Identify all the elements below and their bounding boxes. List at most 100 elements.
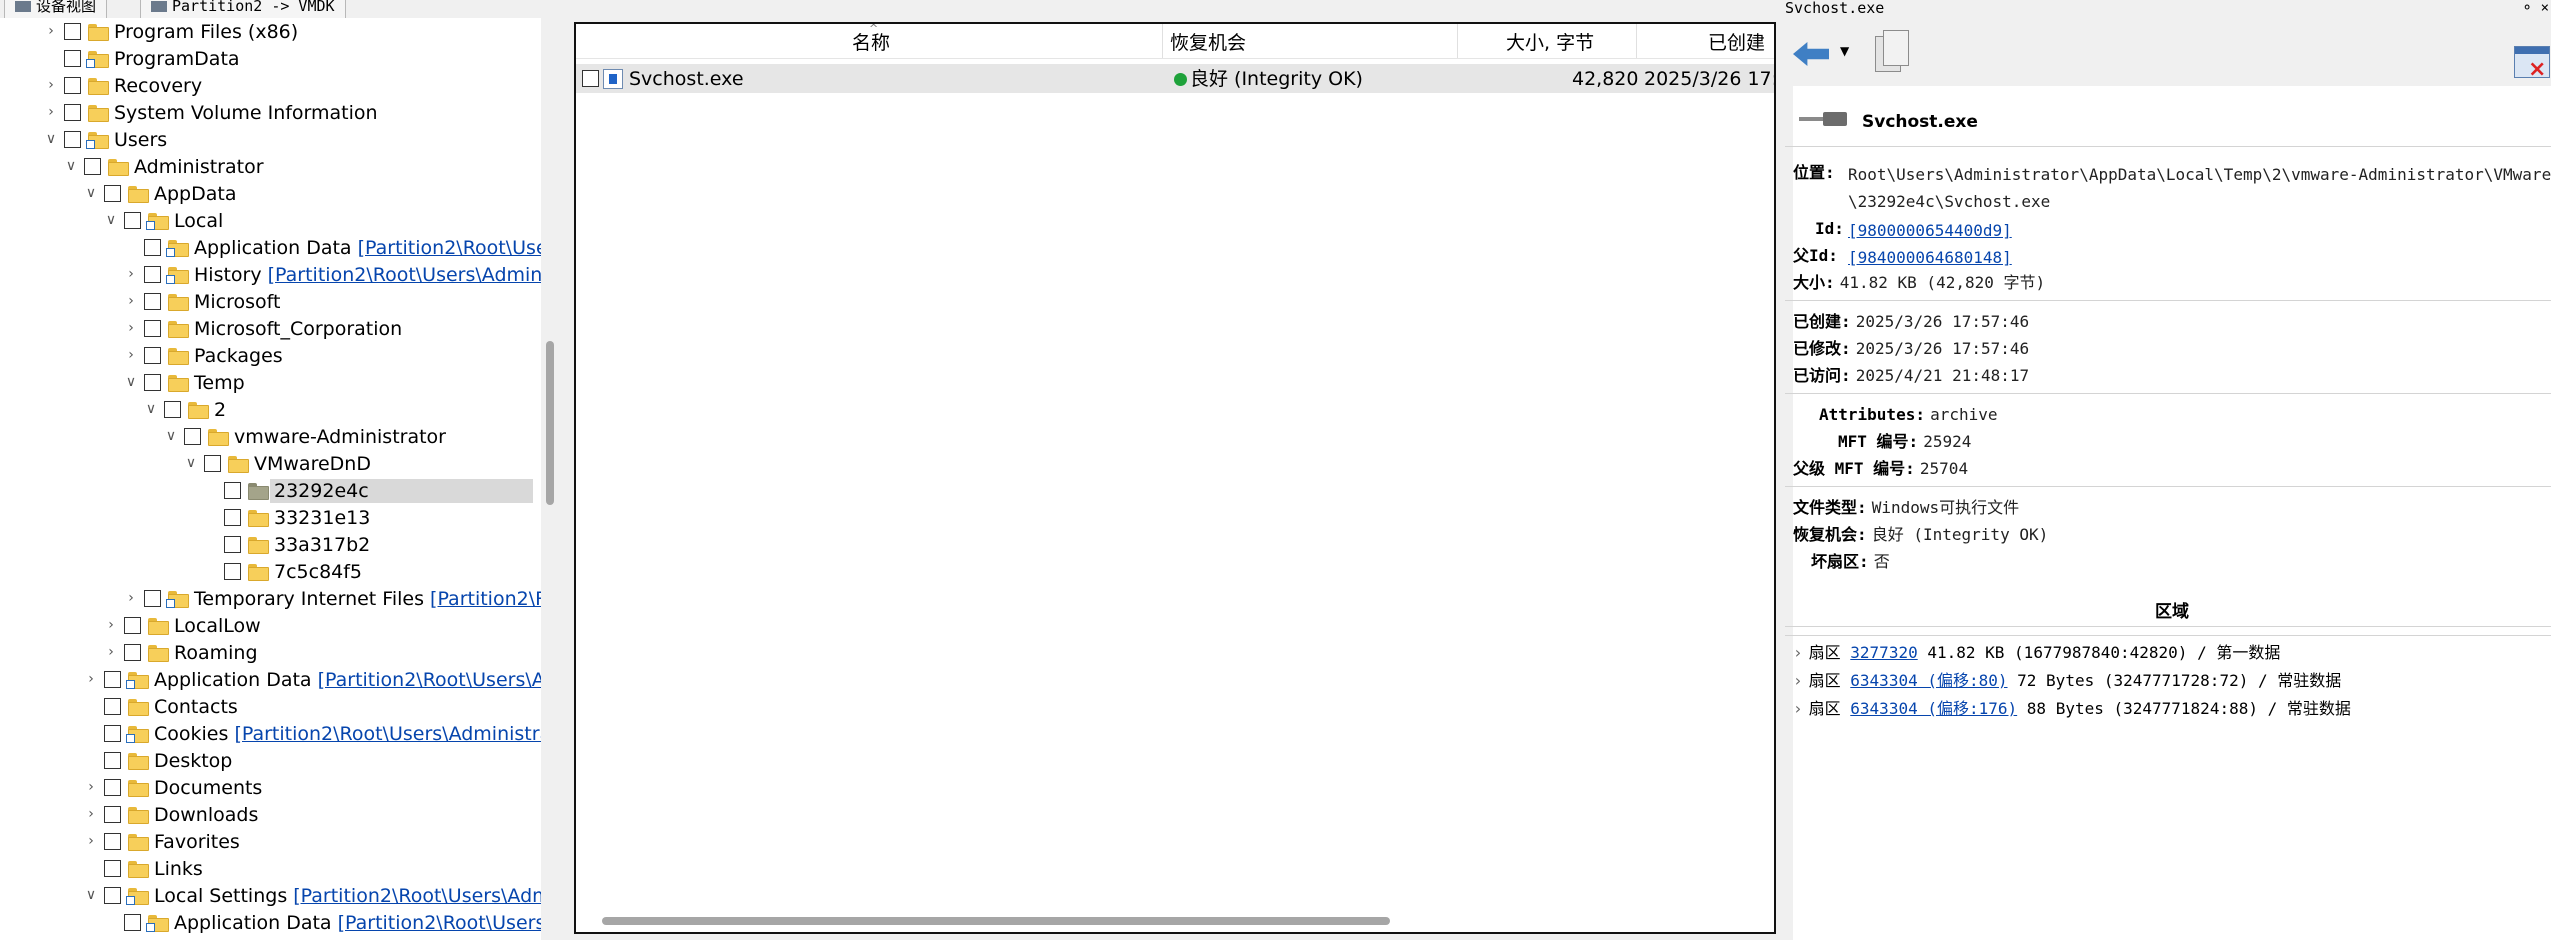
tree-item-link[interactable]: [Partition2\Root\Users\Adr: [318, 669, 541, 691]
tree-item-label[interactable]: Application Data [Partition2\Root\Users\…: [154, 668, 541, 692]
tree-checkbox[interactable]: [64, 23, 81, 40]
tree-item[interactable]: › Favorites: [0, 828, 541, 855]
area-sector-link[interactable]: 6343304 (偏移:80): [1850, 671, 2007, 690]
tree-item[interactable]: › LocalLow: [0, 612, 541, 639]
tree-checkbox[interactable]: [104, 833, 121, 850]
column-recovery[interactable]: 恢复机会: [1170, 24, 1246, 58]
id-link[interactable]: [9800000654400d9]: [1848, 221, 2012, 240]
area-sector-link[interactable]: 3277320: [1850, 643, 1917, 662]
tree-item[interactable]: Contacts: [0, 693, 541, 720]
tree-item-label[interactable]: Temp: [194, 371, 245, 395]
chevron-right-icon[interactable]: ›: [1793, 643, 1803, 662]
chevron-down-icon[interactable]: ∨: [64, 157, 78, 175]
tree-checkbox[interactable]: [164, 401, 181, 418]
tree-item-label[interactable]: VMwareDnD: [254, 452, 371, 476]
tree-checkbox[interactable]: [224, 563, 241, 580]
tree-item-label[interactable]: Favorites: [154, 830, 240, 854]
tree-scrollbar[interactable]: [541, 18, 559, 940]
tree-checkbox[interactable]: [144, 320, 161, 337]
tab-device-view[interactable]: 设备视图: [4, 0, 108, 18]
chevron-down-icon[interactable]: ∨: [84, 886, 98, 904]
tree-checkbox[interactable]: [104, 887, 121, 904]
tree-item-label[interactable]: History [Partition2\Root\Users\Administ: [194, 263, 541, 287]
tree-item-label[interactable]: Microsoft: [194, 290, 280, 314]
tree-checkbox[interactable]: [224, 509, 241, 526]
tree-item[interactable]: › Temporary Internet Files [Partition2\Ro…: [0, 585, 541, 612]
tree-item[interactable]: Application Data [Partition2\Root\Users\…: [0, 909, 541, 936]
tree-item[interactable]: › Microsoft_Corporation: [0, 315, 541, 342]
chevron-right-icon[interactable]: ›: [84, 670, 98, 688]
tree-item-label[interactable]: 23292e4c: [270, 479, 533, 503]
tree-item-label[interactable]: Users: [114, 128, 167, 152]
column-name[interactable]: 名称: [852, 24, 890, 58]
chevron-right-icon[interactable]: ›: [44, 103, 58, 121]
tree-item[interactable]: › System Volume Information: [0, 99, 541, 126]
tree-item-link[interactable]: [Partition2\Root\Users\A: [338, 912, 541, 934]
file-list[interactable]: ^ 名称 恢复机会 大小, 字节 已创建 Svchost.exe 良好 (Int…: [574, 22, 1776, 934]
tab-partition-vmdk[interactable]: Partition2 -> VMDK: [140, 0, 346, 18]
tree-item-label[interactable]: System Volume Information: [114, 101, 378, 125]
tree-item[interactable]: › Packages: [0, 342, 541, 369]
tree-item[interactable]: › Application Data [Partition2\Root\Users…: [0, 666, 541, 693]
tree-item[interactable]: ∨ Local: [0, 207, 541, 234]
tree-item-link[interactable]: [Partition2\Root\Users\Administ: [268, 264, 541, 286]
tree-checkbox[interactable]: [84, 158, 101, 175]
tree-item-label[interactable]: 7c5c84f5: [274, 560, 362, 584]
area-sector-link[interactable]: 6343304 (偏移:176): [1850, 699, 2017, 718]
tree-item[interactable]: ∨ vmware-Administrator: [0, 423, 541, 450]
column-divider[interactable]: [1162, 24, 1163, 58]
tree-item-label[interactable]: Program Files (x86): [114, 20, 298, 44]
chevron-right-icon[interactable]: ›: [84, 778, 98, 796]
tree-checkbox[interactable]: [104, 185, 121, 202]
tree-checkbox[interactable]: [124, 644, 141, 661]
tree-checkbox[interactable]: [104, 752, 121, 769]
tree-checkbox[interactable]: [104, 860, 121, 877]
tree-item-label[interactable]: Documents: [154, 776, 262, 800]
tree-item[interactable]: ∨ Users: [0, 126, 541, 153]
tree-item-label[interactable]: Application Data [Partition2\Root\Users: [194, 236, 541, 260]
tree-checkbox[interactable]: [64, 104, 81, 121]
tree-item[interactable]: Cookies [Partition2\Root\Users\Administr…: [0, 720, 541, 747]
list-scroll-thumb[interactable]: [602, 917, 1390, 925]
parent-id-link[interactable]: [984000064680148]: [1848, 248, 2012, 267]
tree-checkbox[interactable]: [144, 293, 161, 310]
tree-item[interactable]: ∨ AppData: [0, 180, 541, 207]
tree-item[interactable]: › Documents: [0, 774, 541, 801]
column-created[interactable]: 已创建: [1708, 24, 1765, 58]
back-button[interactable]: [1791, 30, 1831, 76]
tree-checkbox[interactable]: [64, 50, 81, 67]
tree-item-label[interactable]: Administrator: [134, 155, 264, 179]
tree-checkbox[interactable]: [184, 428, 201, 445]
chevron-right-icon[interactable]: ›: [84, 805, 98, 823]
tree-checkbox[interactable]: [124, 617, 141, 634]
chevron-right-icon[interactable]: ›: [1793, 699, 1803, 718]
chevron-right-icon[interactable]: ›: [104, 616, 118, 634]
column-size[interactable]: 大小, 字节: [1506, 24, 1594, 58]
tree-item[interactable]: 23292e4c: [0, 477, 541, 504]
tree-item[interactable]: 33231e13: [0, 504, 541, 531]
tree-item[interactable]: › History [Partition2\Root\Users\Administ: [0, 261, 541, 288]
copy-icon[interactable]: [1875, 30, 1909, 72]
tree-item-label[interactable]: LocalLow: [174, 614, 261, 638]
back-dropdown-icon[interactable]: ▼: [1840, 44, 1849, 58]
chevron-right-icon[interactable]: ›: [44, 22, 58, 40]
chevron-right-icon[interactable]: ›: [1793, 671, 1803, 690]
tree-checkbox[interactable]: [144, 239, 161, 256]
chevron-down-icon[interactable]: ∨: [84, 184, 98, 202]
tree-item[interactable]: › Roaming: [0, 639, 541, 666]
tree-item[interactable]: › Downloads: [0, 801, 541, 828]
chevron-right-icon[interactable]: ›: [44, 76, 58, 94]
tree-item-label[interactable]: 33a317b2: [274, 533, 370, 557]
close-icon[interactable]: ×: [2541, 0, 2549, 16]
pin-icon[interactable]: ⚬: [2521, 0, 2533, 16]
column-divider[interactable]: [1636, 24, 1637, 58]
area-row[interactable]: › 扇区 6343304 (偏移:80) 72 Bytes (3247771728…: [1793, 670, 2341, 692]
tree-item[interactable]: › Microsoft: [0, 288, 541, 315]
tree-item[interactable]: 33a317b2: [0, 531, 541, 558]
tree-item-label[interactable]: AppData: [154, 182, 237, 206]
tree-item-link[interactable]: [Partition2\Root\Users\Admin: [293, 885, 541, 907]
chevron-right-icon[interactable]: ›: [124, 265, 138, 283]
tree-item-link[interactable]: [Partition2\Root\Users\Administrato: [234, 723, 541, 745]
chevron-right-icon[interactable]: ›: [124, 292, 138, 310]
chevron-down-icon[interactable]: ∨: [124, 373, 138, 391]
